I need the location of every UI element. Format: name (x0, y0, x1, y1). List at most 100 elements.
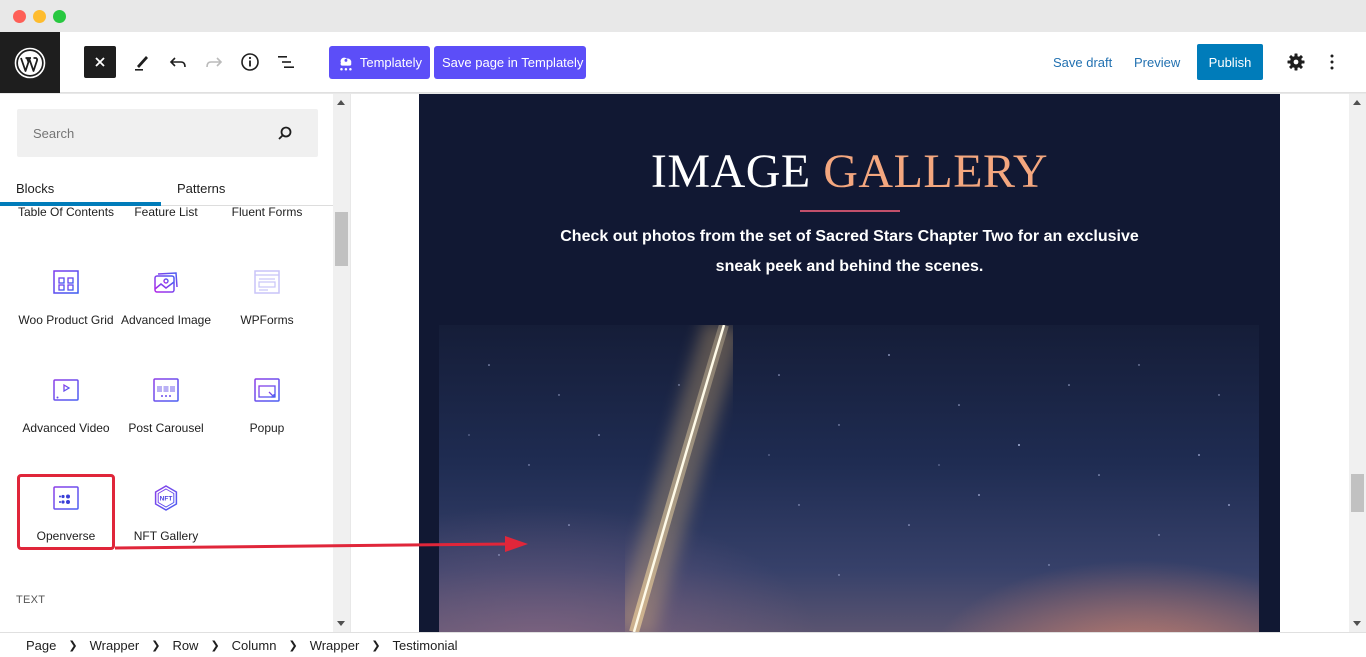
block-label: Popup (249, 421, 285, 435)
details-button[interactable] (234, 46, 266, 78)
chevron-right-icon: ❯ (371, 639, 381, 652)
block-feature-list[interactable]: Feature List (116, 204, 216, 220)
canvas-scroll-down-arrow-icon[interactable] (1353, 621, 1361, 626)
rocket-launch-image[interactable] (439, 325, 1259, 632)
block-label: NFT Gallery (133, 529, 199, 543)
canvas-scroll-thumb[interactable] (1351, 474, 1364, 512)
nft-icon: NFT (154, 485, 178, 511)
block-label: Feature List (134, 205, 198, 219)
save-draft-button[interactable]: Save draft (1053, 55, 1112, 70)
window-minimize-button[interactable] (33, 10, 46, 23)
rocket-trail-graphic (468, 325, 1230, 632)
block-label: Fluent Forms (231, 205, 303, 219)
options-menu-button[interactable] (1316, 46, 1348, 78)
close-inserter-button[interactable] (84, 46, 116, 78)
editor-canvas: IMAGE GALLERY Check out photos from the … (351, 94, 1349, 632)
templately-label: Templately (359, 55, 422, 70)
templately-cloud-icon (340, 57, 352, 71)
block-nft-gallery[interactable]: NFT NFT Gallery (116, 480, 216, 544)
wordpress-icon (14, 47, 46, 78)
block-label: Post Carousel (128, 421, 204, 435)
window-close-button[interactable] (13, 10, 26, 23)
block-wpforms[interactable]: WPForms (217, 264, 317, 328)
heading-divider (800, 210, 900, 212)
block-advanced-video[interactable]: Advanced Video (16, 372, 116, 436)
block-table-of-contents[interactable]: Table Of Contents (16, 204, 116, 220)
block-post-carousel[interactable]: Post Carousel (116, 372, 216, 436)
info-icon (241, 53, 259, 71)
preview-button[interactable]: Preview (1134, 55, 1180, 70)
edit-pencil-icon (135, 56, 148, 71)
block-label: Openverse (36, 529, 96, 543)
breadcrumb-item-page[interactable]: Page (26, 638, 56, 653)
svg-text:NFT: NFT (160, 496, 173, 503)
gallery-subtitle[interactable]: Check out photos from the set of Sacred … (559, 222, 1140, 282)
sidebar-scroll-thumb[interactable] (335, 212, 348, 266)
block-label: Advanced Image (120, 313, 212, 327)
settings-button[interactable] (1280, 46, 1312, 78)
title-bar (0, 0, 1366, 32)
save-in-templately-label: Save page in Templately (442, 55, 584, 70)
chevron-right-icon: ❯ (151, 639, 161, 652)
browser-window: Templately Save page in Templately Save … (0, 0, 1366, 657)
chevron-right-icon: ❯ (288, 639, 298, 652)
block-label: Advanced Video (22, 421, 110, 435)
redo-button[interactable] (198, 46, 230, 78)
block-label: Woo Product Grid (18, 313, 114, 327)
block-fluent-forms[interactable]: Fluent Forms (217, 204, 317, 220)
tools-button[interactable] (126, 46, 158, 78)
chevron-right-icon: ❯ (68, 639, 78, 652)
video-icon (53, 379, 79, 401)
breadcrumb-item-row[interactable]: Row (172, 638, 198, 653)
sidebar-scrollbar[interactable] (333, 94, 350, 632)
breadcrumb-item-wrapper[interactable]: Wrapper (90, 638, 140, 653)
search-icon[interactable] (276, 124, 294, 142)
tab-patterns[interactable]: Patterns (177, 170, 225, 206)
list-view-icon (278, 56, 294, 68)
breadcrumb-item-wrapper-inner[interactable]: Wrapper (310, 638, 360, 653)
block-popup[interactable]: Popup (217, 372, 317, 436)
gear-icon (1287, 53, 1305, 71)
canvas-scroll-up-arrow-icon[interactable] (1353, 100, 1361, 105)
image-icon (154, 272, 178, 293)
publish-button[interactable]: Publish (1197, 44, 1263, 80)
block-label: Table Of Contents (17, 205, 115, 219)
breadcrumb-item-column[interactable]: Column (232, 638, 277, 653)
block-label: WPForms (240, 313, 294, 327)
breadcrumb-item-testimonial[interactable]: Testimonial (393, 638, 458, 653)
chevron-right-icon: ❯ (210, 639, 220, 652)
product-grid-icon (53, 270, 79, 294)
inserter-tabs: Blocks Patterns (0, 170, 333, 206)
block-openverse[interactable]: Openverse (16, 480, 116, 544)
more-vertical-icon (1330, 54, 1334, 70)
openverse-icon (53, 486, 79, 510)
heading-part-1: IMAGE (650, 145, 811, 198)
form-icon (254, 270, 280, 294)
block-advanced-image[interactable]: Advanced Image (116, 264, 216, 328)
wordpress-logo-button[interactable] (0, 32, 60, 93)
canvas-scrollbar[interactable] (1349, 94, 1366, 632)
block-search (17, 109, 318, 157)
popup-icon (254, 378, 280, 402)
block-search-input[interactable] (33, 109, 273, 157)
window-maximize-button[interactable] (53, 10, 66, 23)
save-in-templately-button[interactable]: Save page in Templately (434, 46, 586, 79)
scroll-down-arrow-icon[interactable] (337, 621, 345, 626)
templately-button[interactable]: Templately (329, 46, 430, 79)
redo-icon (206, 57, 223, 68)
gallery-section: IMAGE GALLERY Check out photos from the … (419, 94, 1280, 632)
section-heading-text: TEXT (16, 594, 46, 606)
block-breadcrumb: Page ❯ Wrapper ❯ Row ❯ Column ❯ Wrapper … (0, 632, 1366, 657)
block-inserter-panel: Blocks Patterns Table Of Contents Featur… (0, 94, 350, 632)
heading-part-2: GALLERY (823, 145, 1049, 198)
close-icon (95, 57, 105, 67)
undo-icon (169, 57, 186, 68)
block-woo-product-grid[interactable]: Woo Product Grid (16, 264, 116, 328)
scroll-up-arrow-icon[interactable] (337, 100, 345, 105)
gallery-heading[interactable]: IMAGE GALLERY (419, 144, 1280, 199)
tab-blocks[interactable]: Blocks (16, 170, 54, 206)
carousel-icon (153, 378, 179, 402)
editor-toolbar: Templately Save page in Templately Save … (0, 32, 1366, 93)
list-view-button[interactable] (270, 46, 302, 78)
undo-button[interactable] (162, 46, 194, 78)
